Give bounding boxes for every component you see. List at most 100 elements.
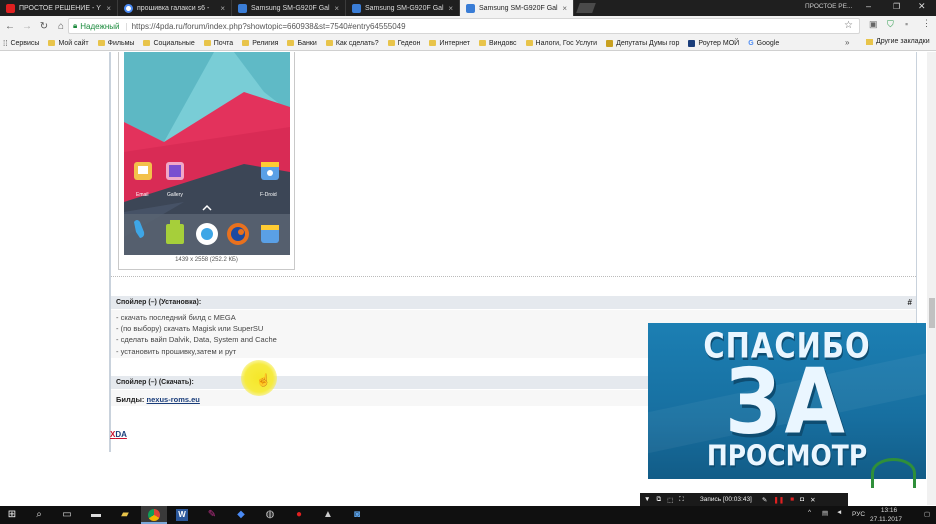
close-window-icon[interactable]: ✕ xyxy=(918,1,926,12)
close-icon[interactable]: × xyxy=(103,4,111,13)
stop-icon[interactable]: ■ xyxy=(790,496,794,503)
bookmark-folder[interactable]: Гедеон xyxy=(387,39,421,47)
camera-icon[interactable]: ◘ xyxy=(800,496,804,503)
folder-icon xyxy=(97,40,105,46)
app-label-email: Email xyxy=(136,192,149,198)
reload-icon[interactable]: ↻ xyxy=(37,21,51,32)
bookmark-folder[interactable]: Религия xyxy=(242,40,278,47)
pause-icon[interactable]: ❚❚ xyxy=(773,496,784,504)
scrollbar-thumb[interactable] xyxy=(929,298,935,328)
google-icon xyxy=(124,3,133,13)
address-bar[interactable]: 🔒︎ Надежный | https://4pda.ru/forum/inde… xyxy=(68,18,860,34)
terminal-icon[interactable]: ▬ xyxy=(90,509,102,521)
tab-label: Samsung SM-G920F Gal xyxy=(479,4,558,12)
bookmark-label: Депутаты Думы гор xyxy=(616,39,680,47)
scrollbar-track[interactable] xyxy=(927,52,936,505)
app-label-gallery: Gallery xyxy=(167,192,183,198)
bookmark-site[interactable]: Депутаты Думы гор xyxy=(606,39,680,47)
bookmark-folder[interactable]: Социальные xyxy=(143,40,195,47)
bookmark-folder[interactable]: Интернет xyxy=(429,40,470,47)
folder-icon xyxy=(203,40,211,46)
file-explorer-icon[interactable]: ▰ xyxy=(119,509,131,521)
adblock-shield-icon[interactable]: ⛉ xyxy=(887,19,894,30)
forward-icon[interactable]: → xyxy=(20,21,34,32)
tab-samsung-2[interactable]: Samsung SM-G920F Gal × xyxy=(346,0,460,16)
notifications-icon[interactable]: ▢ xyxy=(924,510,930,518)
close-icon[interactable]: ✕ xyxy=(810,496,815,504)
record-app-icon[interactable]: ● xyxy=(293,509,305,521)
app-icon[interactable]: ◆ xyxy=(235,509,247,521)
bookmark-folder[interactable]: Как сделать? xyxy=(325,40,379,47)
bookmark-folder[interactable]: Виндовс xyxy=(478,40,517,47)
bookmark-label: Сервисы xyxy=(10,39,40,47)
app-icon[interactable]: ◙ xyxy=(351,509,363,521)
google-icon: G xyxy=(748,39,754,47)
clock-date[interactable]: 27.11.2017 xyxy=(870,516,902,523)
chrome-icon[interactable] xyxy=(148,509,160,521)
dropdown-icon[interactable]: ▼ xyxy=(644,496,650,503)
nexus-roms-link[interactable]: nexus-roms.eu xyxy=(147,395,200,404)
menu-icon[interactable]: ⋮ xyxy=(922,18,931,29)
folder-icon xyxy=(429,40,437,46)
region-icon[interactable]: ⬚ xyxy=(667,496,673,504)
4pda-icon xyxy=(238,3,247,13)
bookmark-folder[interactable]: Почта xyxy=(203,40,233,47)
tab-samsung-3-active[interactable]: Samsung SM-G920F Gal × xyxy=(460,0,574,16)
close-icon[interactable]: × xyxy=(217,4,225,13)
post-anchor-link[interactable]: # xyxy=(908,298,912,307)
url-text: https://4pda.ru/forum/index.php?showtopi… xyxy=(131,21,406,31)
tab-google-search[interactable]: прошивка галакси s6 - × xyxy=(118,0,232,16)
xda-link[interactable]: XDA xyxy=(110,430,127,439)
spoiler-install-header[interactable]: Спойлер (–) (Установка): # xyxy=(111,296,916,309)
bookmark-label: Банки xyxy=(297,39,317,47)
4pda-icon xyxy=(352,3,361,13)
minimize-icon[interactable]: – xyxy=(866,1,871,11)
bookmark-google[interactable]: G Google xyxy=(748,40,779,47)
window-icon[interactable]: ⧉ xyxy=(656,496,661,504)
language-indicator[interactable]: РУС xyxy=(852,511,865,518)
pen-icon[interactable]: ✎ xyxy=(762,496,767,504)
windows-start-icon[interactable]: ⊞ xyxy=(6,509,18,521)
tab-bar: ПРОСТОЕ РЕШЕНИЕ - Y × прошивка галакси s… xyxy=(0,0,936,16)
bookmark-label: Гедеон xyxy=(397,39,421,47)
phone-homescreen-graphic xyxy=(124,52,290,255)
fullscreen-icon[interactable]: ⛶ xyxy=(679,496,684,504)
extension-icon[interactable]: ▣ xyxy=(869,19,878,30)
folder-icon xyxy=(242,40,250,46)
back-icon[interactable]: ← xyxy=(3,21,17,32)
attachment-screenshot[interactable]: Email Gallery F-Droid xyxy=(124,52,290,255)
bookmark-router[interactable]: Роутер МОЙ xyxy=(688,39,739,47)
site-icon xyxy=(606,39,614,47)
tab-samsung-1[interactable]: Samsung SM-G920F Gal × xyxy=(232,0,346,16)
lock-icon: 🔒︎ xyxy=(73,21,78,30)
network-icon[interactable]: ▤ xyxy=(822,509,828,517)
clock-time[interactable]: 13:16 xyxy=(877,507,901,514)
new-tab-button[interactable] xyxy=(576,3,596,13)
youtube-icon xyxy=(6,3,15,13)
word-icon[interactable]: W xyxy=(176,509,188,521)
extension-gray-icon[interactable]: ▪ xyxy=(905,19,908,29)
other-bookmarks[interactable]: Другие закладки xyxy=(866,38,930,45)
tray-chevron-icon[interactable]: ^ xyxy=(808,509,811,516)
maximize-icon[interactable]: ❐ xyxy=(893,2,900,11)
app-icon[interactable]: ▲ xyxy=(322,509,334,521)
home-icon[interactable]: ⌂ xyxy=(54,21,68,32)
tab-prostoe-reshenie[interactable]: ПРОСТОЕ РЕШЕНИЕ - Y × xyxy=(0,0,118,16)
bookmarks-overflow-button[interactable]: » xyxy=(845,38,849,47)
bookmark-star-icon[interactable]: ☆ xyxy=(844,20,853,31)
bookmark-folder[interactable]: Налоги, Гос Услуги xyxy=(525,40,597,47)
app-label-fdroid: F-Droid xyxy=(260,192,277,198)
volume-icon[interactable]: ◄ xyxy=(836,509,842,516)
search-icon[interactable]: ⌕ xyxy=(33,509,45,521)
bookmark-folder[interactable]: Банки xyxy=(287,39,317,47)
close-icon[interactable]: × xyxy=(445,4,453,13)
close-icon[interactable]: × xyxy=(331,4,339,13)
folder-icon xyxy=(325,40,333,46)
close-icon[interactable]: × xyxy=(559,4,567,13)
app-icon[interactable]: ✎ xyxy=(206,509,218,521)
app-icon[interactable]: ◍ xyxy=(264,509,276,521)
bookmark-apps[interactable]: ⁞⁞ Сервисы xyxy=(3,39,39,48)
bookmark-folder[interactable]: Фильмы xyxy=(97,40,134,47)
task-view-icon[interactable]: ▭ xyxy=(61,509,73,521)
bookmark-folder[interactable]: Мой сайт xyxy=(48,40,89,47)
